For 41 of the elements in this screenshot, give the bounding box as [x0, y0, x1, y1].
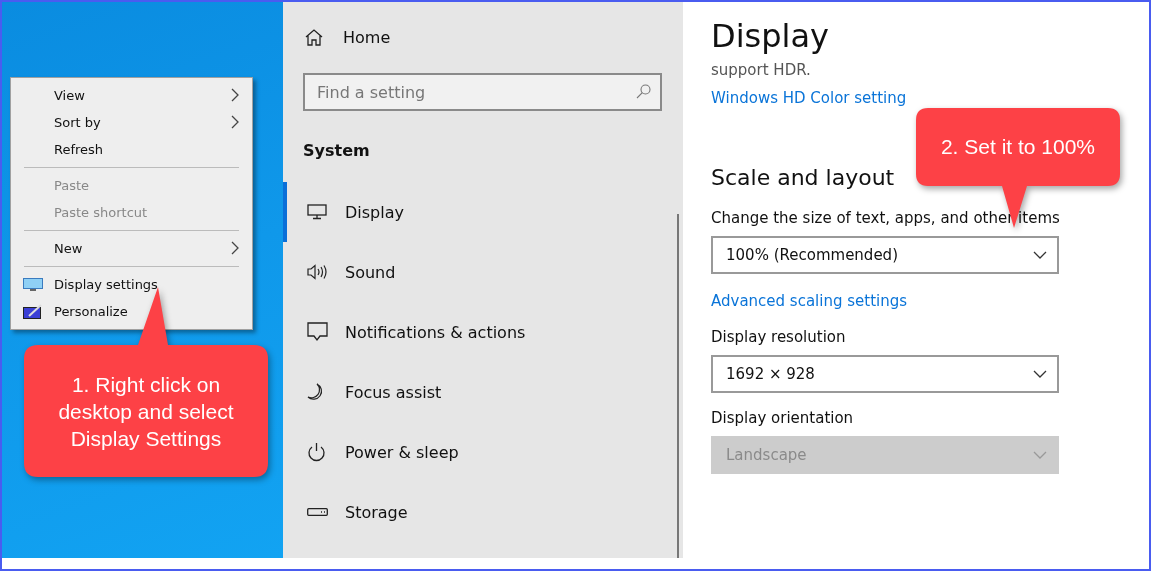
page-title: Display: [711, 16, 830, 57]
menu-item[interactable]: New: [54, 241, 83, 256]
message-icon: [307, 322, 328, 342]
field-label: Display orientation: [711, 408, 855, 429]
field-label: Display resolution: [711, 327, 847, 348]
dropdown[interactable]: 1692 × 928: [711, 355, 1059, 393]
moon-icon: [307, 382, 325, 402]
advanced-scaling-link[interactable]: Advanced scaling settings: [711, 292, 908, 310]
nav-item[interactable]: Storage: [283, 482, 663, 542]
nav-item[interactable]: Notifications & actions: [283, 302, 663, 362]
menu-item[interactable]: View: [54, 88, 85, 103]
power-icon: [307, 442, 326, 462]
search-icon: [636, 84, 651, 99]
chevron-icon: [1033, 251, 1047, 259]
section-heading: Scale and layout: [711, 164, 896, 192]
hdr-note: support HDR.: [711, 60, 812, 81]
menu-item[interactable]: Display settings: [54, 277, 158, 292]
chevron-icon: [1033, 451, 1047, 459]
home-link[interactable]: Home: [343, 27, 391, 47]
callout-text: 1. Right click on desktop and select Display Settings: [57, 372, 235, 452]
search-field[interactable]: Find a setting: [303, 73, 662, 111]
menu-item[interactable]: Refresh: [54, 142, 104, 157]
speaker-icon: [307, 264, 328, 280]
section-heading: System: [303, 141, 371, 160]
nav-item[interactable]: Sound: [283, 242, 663, 302]
home-icon: [305, 28, 323, 46]
hd-color-link[interactable]: Windows HD Color setting: [711, 89, 907, 107]
nav-item[interactable]: Display: [283, 182, 663, 242]
menu-item[interactable]: Sort by: [54, 115, 101, 130]
monitor-icon: [307, 204, 327, 220]
dropdown[interactable]: 100% (Recommended): [711, 236, 1059, 274]
field-label: Change the size of text, apps, and other items: [711, 208, 1061, 229]
chevron-icon: [1033, 370, 1047, 378]
nav-item[interactable]: Power & sleep: [283, 422, 663, 482]
callout-text: 2. Set it to 100%: [939, 134, 1097, 160]
nav-item[interactable]: Focus assist: [283, 362, 663, 422]
menu-item[interactable]: Personalize: [54, 304, 128, 319]
scrollbar[interactable]: [677, 214, 679, 558]
personalize-icon: [22, 303, 43, 320]
monitor-icon: [22, 277, 43, 292]
drive-icon: [307, 508, 328, 516]
